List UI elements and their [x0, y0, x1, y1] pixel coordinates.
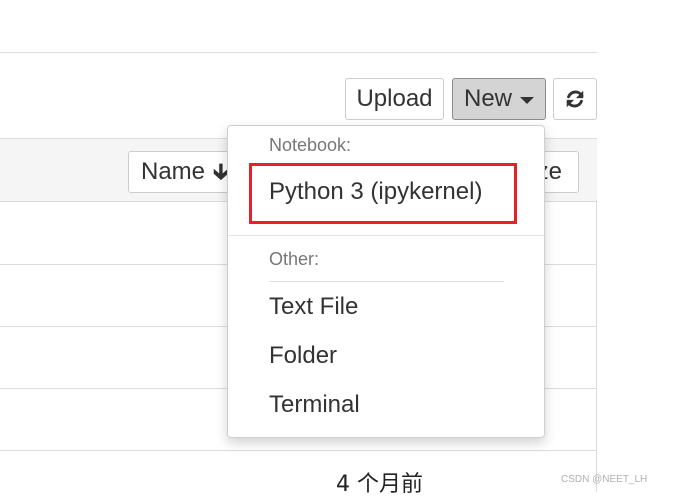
- watermark-text: CSDN @NEET_LH: [561, 474, 648, 485]
- file-row-divider: [0, 450, 597, 451]
- other-section-header: Other:: [269, 249, 320, 269]
- notebook-section-header: Notebook:: [269, 135, 352, 155]
- annotation-highlight-box: [249, 163, 517, 224]
- menu-item-text-file[interactable]: Text File: [269, 293, 358, 321]
- upload-button[interactable]: Upload: [345, 78, 444, 120]
- name-column-label: Name: [141, 158, 206, 185]
- menu-divider: [228, 235, 544, 236]
- header-divider: [0, 52, 597, 53]
- menu-divider-short: [269, 281, 504, 282]
- new-button[interactable]: New: [452, 78, 546, 120]
- sort-by-name-button[interactable]: Name 🡳: [128, 151, 238, 193]
- refresh-icon: [566, 90, 584, 108]
- menu-item-terminal[interactable]: Terminal: [269, 391, 360, 419]
- last-modified-cell: 4 个月前: [336, 472, 423, 497]
- menu-item-folder[interactable]: Folder: [269, 342, 337, 370]
- file-list-right-border: [596, 200, 597, 492]
- caret-down-icon: [520, 97, 534, 104]
- new-button-label: New: [463, 85, 512, 112]
- refresh-button[interactable]: [553, 78, 597, 120]
